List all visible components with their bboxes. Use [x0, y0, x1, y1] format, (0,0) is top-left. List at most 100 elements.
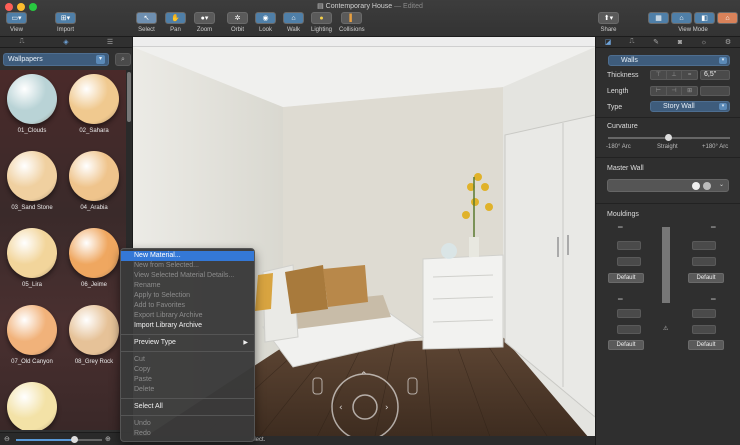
- view-button[interactable]: ▭▾ View: [6, 12, 27, 33]
- zoom-out-icon[interactable]: ⊖: [4, 435, 10, 443]
- collisions-button[interactable]: ▌ Collisions: [339, 12, 365, 33]
- material-swatch-icon: [703, 182, 711, 190]
- material-swatch[interactable]: 02_Sahara: [64, 74, 124, 134]
- menu-item-cut: Cut: [134, 356, 145, 363]
- material-swatch[interactable]: 07_Old Canyon: [2, 305, 62, 365]
- moulding-field[interactable]: [617, 325, 641, 334]
- moulding-field[interactable]: [692, 257, 716, 266]
- divider: [596, 117, 740, 118]
- elevation-icon[interactable]: ◧: [694, 12, 715, 24]
- length-field[interactable]: [700, 86, 730, 96]
- lighting-button[interactable]: ● Lighting: [311, 12, 332, 33]
- material-label: 03_Sand Stone: [11, 205, 53, 211]
- window-title: ▤ Contemporary House — Edited: [317, 3, 423, 10]
- material-label: 06_Jeime: [80, 282, 107, 288]
- material-preview: [69, 151, 119, 201]
- curvature-slider[interactable]: [608, 134, 730, 141]
- material-swatch[interactable]: 01_Clouds: [2, 74, 62, 134]
- material-label: 01_Clouds: [17, 128, 47, 134]
- share-button[interactable]: ⬆▾ Share: [598, 12, 619, 33]
- 3d-icon[interactable]: ⌂: [717, 12, 738, 24]
- sun-tab-icon[interactable]: ☼: [692, 37, 716, 47]
- select-tool-button[interactable]: ↖ Select: [136, 12, 157, 33]
- default-button[interactable]: Default: [608, 273, 644, 283]
- menu-item-select-all[interactable]: Select All: [121, 402, 254, 412]
- menu-item-paste: Paste: [134, 376, 152, 383]
- library-dropdown[interactable]: Wallpapers ▾: [3, 53, 109, 66]
- material-swatch[interactable]: 04_Arabia: [64, 151, 124, 211]
- moulding-field[interactable]: [617, 257, 641, 266]
- zoom-tool-button[interactable]: ●▾ Zoom: [194, 12, 215, 33]
- menu-separator: [121, 415, 254, 416]
- moulding-bottom-left-icon[interactable]: ▁: [618, 293, 623, 300]
- zoom-icon: ●▾: [194, 12, 215, 24]
- type-selector[interactable]: Story Wall ▾: [650, 101, 730, 112]
- master-wall-material[interactable]: ⌄: [607, 179, 729, 192]
- material-swatch[interactable]: 06_Jeime: [64, 228, 124, 288]
- default-button[interactable]: Default: [688, 273, 724, 283]
- paint-tab-icon[interactable]: ✎: [644, 37, 668, 47]
- material-preview: [69, 305, 119, 355]
- orbit-icon: ✲: [227, 12, 248, 24]
- moulding-field[interactable]: [692, 325, 716, 334]
- moulding-field[interactable]: [617, 241, 641, 250]
- thumbnail-size-slider[interactable]: [16, 436, 102, 443]
- pan-tool-button[interactable]: ✋ Pan: [165, 12, 186, 33]
- context-menu: New Material... New from Selected... View …: [120, 248, 255, 442]
- material-swatch[interactable]: [2, 382, 62, 430]
- menu-separator: [121, 334, 254, 335]
- menu-item-new-material[interactable]: New Material...: [121, 251, 254, 261]
- default-button[interactable]: Default: [608, 340, 644, 350]
- default-button[interactable]: Default: [688, 340, 724, 350]
- menu-item-apply-to-selection: Apply to Selection: [134, 292, 191, 299]
- inspector-tabs: ◪ ⎍ ✎ ◙ ☼ ⚙: [596, 37, 740, 48]
- material-label: 08_Grey Rock: [74, 359, 114, 365]
- menu-item-delete: Delete: [134, 386, 155, 393]
- mouldings-label: Mouldings: [607, 211, 639, 218]
- moulding-top-left-icon[interactable]: ▔: [618, 227, 623, 234]
- thickness-field[interactable]: 6,5": [700, 70, 730, 80]
- floorplan-icon[interactable]: ▦: [648, 12, 669, 24]
- camera-tab-icon[interactable]: ◙: [668, 37, 692, 47]
- moulding-field[interactable]: [692, 309, 716, 318]
- menu-item-new-from-selected: New from Selected...: [134, 262, 199, 269]
- library-selector-row: Wallpapers ▾ ⌕: [3, 53, 131, 66]
- object-selector[interactable]: Walls ▾: [608, 55, 730, 66]
- moulding-field[interactable]: [617, 309, 641, 318]
- object-tab-icon[interactable]: ◪: [596, 37, 620, 47]
- material-label: 05_Lira: [21, 282, 42, 288]
- search-icon[interactable]: ⌕: [115, 53, 131, 66]
- material-swatch[interactable]: 05_Lira: [2, 228, 62, 288]
- thickness-alignment[interactable]: ⊤ ⊥ =: [650, 70, 698, 80]
- menu-item-rename: Rename: [134, 282, 161, 289]
- walk-tool-button[interactable]: ⌂ Walk: [283, 12, 304, 33]
- material-swatch[interactable]: 03_Sand Stone: [2, 151, 62, 211]
- materials-tab-icon[interactable]: ◈: [44, 37, 88, 47]
- menu-item-export-library-archive: Export Library Archive: [134, 312, 203, 319]
- list-tab-icon[interactable]: ☰: [88, 37, 132, 47]
- cursor-icon: ↖: [136, 12, 157, 24]
- furniture-tab-icon[interactable]: ⎍: [0, 37, 44, 47]
- moulding-field[interactable]: [692, 241, 716, 250]
- material-preview: [7, 151, 57, 201]
- material-swatch[interactable]: 08_Grey Rock: [64, 305, 124, 365]
- menu-item-preview-type[interactable]: Preview Type ▶: [121, 338, 254, 348]
- import-button[interactable]: ⊞▾ Import: [55, 12, 76, 33]
- eye-icon: ◉: [255, 12, 276, 24]
- slider-knob[interactable]: [665, 134, 672, 141]
- gear-tab-icon[interactable]: ⚙: [716, 37, 740, 47]
- orbit-tool-button[interactable]: ✲ Orbit: [227, 12, 248, 33]
- zoom-in-icon[interactable]: ⊕: [105, 435, 111, 443]
- slider-knob[interactable]: [71, 436, 79, 443]
- furniture-tab-icon[interactable]: ⎍: [620, 37, 644, 47]
- length-alignment[interactable]: ⊢ ⊣ ⊞: [650, 86, 698, 96]
- moulding-top-right-icon[interactable]: ▔: [711, 227, 716, 234]
- inspector-panel: ◪ ⎍ ✎ ◙ ☼ ⚙ Walls ▾ Thickness ⊤ ⊥ = 6,5" Le…: [595, 37, 740, 445]
- house-icon[interactable]: ⌂: [671, 12, 692, 24]
- menu-item-import-library-archive[interactable]: Import Library Archive: [121, 321, 254, 331]
- look-tool-button[interactable]: ◉ Look: [255, 12, 276, 33]
- view-mode-button[interactable]: ▦ ⌂ ◧ ⌂ View Mode: [648, 12, 738, 33]
- moulding-bottom-right-icon[interactable]: ▁: [711, 293, 716, 300]
- menu-separator: [121, 398, 254, 399]
- type-label: Type: [607, 104, 623, 111]
